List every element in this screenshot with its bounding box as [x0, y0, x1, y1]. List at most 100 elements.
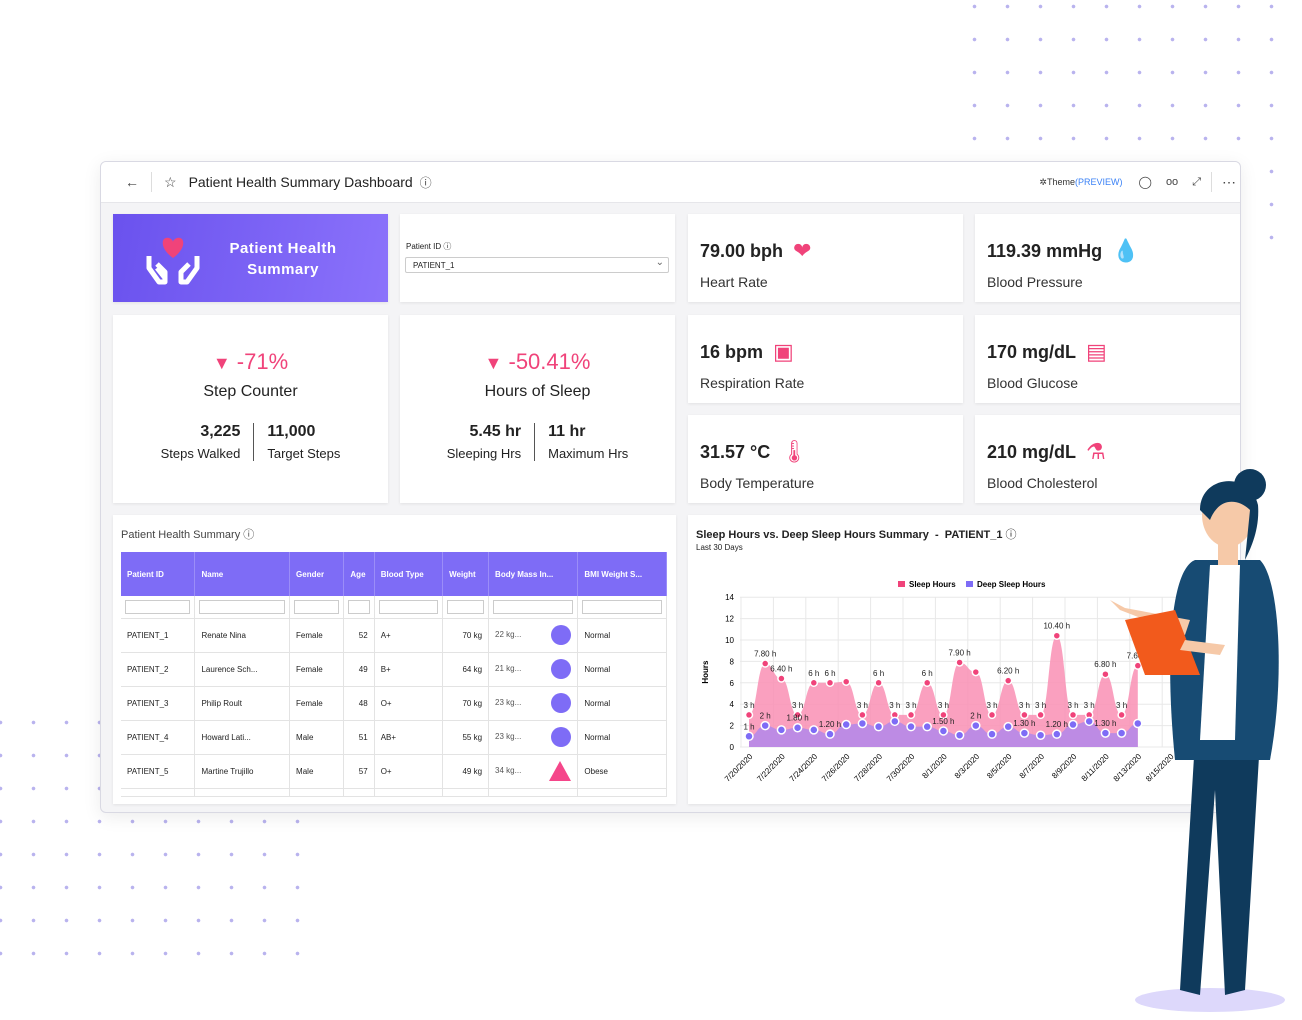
- back-arrow-icon[interactable]: ←: [125, 174, 139, 190]
- column-filter[interactable]: [121, 596, 196, 619]
- star-icon[interactable]: ☆: [164, 174, 177, 191]
- y-tick-label: 10: [725, 636, 734, 645]
- column-filter[interactable]: [374, 596, 444, 619]
- table-cell: Female: [289, 652, 345, 687]
- deep-sleep-point[interactable]: [1052, 729, 1062, 739]
- info-icon[interactable]: ⓘ: [243, 529, 254, 541]
- deep-sleep-point[interactable]: [890, 716, 900, 727]
- legend-item[interactable]: Sleep Hours: [909, 580, 956, 589]
- column-filter[interactable]: [488, 596, 579, 619]
- chevron-down-icon: ⌄: [655, 257, 664, 268]
- deep-sleep-point[interactable]: [1035, 730, 1046, 740]
- sleep-point[interactable]: [1068, 710, 1078, 720]
- x-tick-label: 7/20/2020: [723, 752, 755, 784]
- sleep-point[interactable]: [1052, 631, 1062, 640]
- filter-input[interactable]: [199, 599, 286, 614]
- more-menu-icon[interactable]: ⋯: [1222, 174, 1236, 191]
- deep-sleep-point[interactable]: [922, 721, 932, 732]
- glasses-icon[interactable]: oo: [1166, 176, 1178, 188]
- table-row[interactable]: PATIENT_5 Martine Trujillo Male 57 O+ 49 kg 34…: [121, 754, 667, 789]
- deep-sleep-point[interactable]: [841, 719, 851, 730]
- cell-text: 48: [358, 698, 368, 708]
- column-header[interactable]: Weight: [442, 552, 490, 596]
- table-cell: 23 kg...: [488, 686, 579, 721]
- sleep-point[interactable]: [825, 678, 835, 688]
- deep-sleep-point[interactable]: [760, 720, 770, 731]
- deep-sleep-point[interactable]: [971, 720, 981, 731]
- deep-sleep-point[interactable]: [873, 721, 884, 732]
- sleep-point[interactable]: [744, 710, 754, 720]
- deep-sleep-point[interactable]: [938, 726, 949, 736]
- deep-sleep-point[interactable]: [809, 725, 819, 735]
- column-header[interactable]: Name: [194, 552, 291, 596]
- info-icon[interactable]: ⓘ: [420, 174, 432, 191]
- info-icon[interactable]: ⓘ: [443, 242, 451, 251]
- data-label: 2 h: [760, 712, 771, 721]
- column-header[interactable]: Gender: [289, 552, 345, 596]
- sleep-point[interactable]: [809, 678, 819, 688]
- sleep-point[interactable]: [1036, 710, 1045, 720]
- column-filter[interactable]: [194, 596, 291, 619]
- deep-sleep-point[interactable]: [987, 729, 997, 739]
- deep-sleep-point[interactable]: [1019, 728, 1030, 738]
- theme-label: Theme: [1046, 176, 1075, 187]
- deep-sleep-point[interactable]: [1084, 716, 1094, 727]
- bmi-circle-marker: [551, 625, 572, 645]
- theme-button[interactable]: ✲Theme(PREVIEW): [1039, 177, 1122, 188]
- table-row[interactable]: PATIENT_2 Laurence Sch... Female 49 B+ 64 kg 2…: [121, 652, 667, 687]
- patient-id-select[interactable]: PATIENT_1 ⌄: [405, 257, 669, 273]
- sleep-point[interactable]: [922, 678, 932, 688]
- deep-sleep-point[interactable]: [776, 725, 787, 735]
- deep-sleep-point[interactable]: [857, 718, 868, 729]
- table-row[interactable]: PATIENT_1 Renate Nina Female 52 A+ 70 kg 22 kg…: [121, 618, 667, 653]
- deep-sleep-point[interactable]: [744, 731, 754, 742]
- sleep-point[interactable]: [777, 674, 786, 683]
- sleep-point[interactable]: [1003, 676, 1013, 685]
- deep-sleep-point[interactable]: [1068, 719, 1078, 730]
- sleep-point[interactable]: [971, 667, 981, 677]
- deep-sleep-point[interactable]: [792, 722, 803, 733]
- deep-sleep-point[interactable]: [1003, 721, 1013, 732]
- filter-input[interactable]: [294, 599, 340, 614]
- deep-sleep-point[interactable]: [906, 721, 916, 732]
- filter-input[interactable]: [125, 599, 191, 614]
- column-filter[interactable]: [442, 596, 490, 619]
- deep-sleep-point[interactable]: [954, 730, 965, 740]
- data-label: 3 h: [1084, 701, 1095, 710]
- column-filter[interactable]: [577, 596, 667, 619]
- dashboard-window: ← ☆ Patient Health Summary Dashboard ⓘ ✲…: [100, 161, 1241, 813]
- column-header[interactable]: Patient ID: [121, 552, 196, 596]
- filter-input[interactable]: [348, 599, 370, 614]
- legend-item[interactable]: Deep Sleep Hours: [977, 580, 1046, 589]
- sleep-point[interactable]: [955, 658, 964, 667]
- column-filter[interactable]: [343, 596, 375, 619]
- filter-input[interactable]: [378, 599, 439, 614]
- table-cell: 21 kg...: [488, 652, 579, 687]
- sleep-point[interactable]: [906, 710, 916, 720]
- column-header[interactable]: BMI Weight S...: [577, 552, 667, 596]
- sleep-point[interactable]: [874, 678, 883, 688]
- filter-input[interactable]: [493, 599, 574, 614]
- table-row[interactable]: PATIENT_4 Howard Lati... Male 51 AB+ 55 kg 23 …: [121, 720, 667, 755]
- sleep-point[interactable]: [1020, 710, 1029, 720]
- doctor-illustration: [1110, 469, 1285, 1012]
- sleep-point[interactable]: [858, 710, 867, 720]
- table-row[interactable]: PATIENT_3 Philip Roult Female 48 O+ 70 kg 23 k…: [121, 686, 667, 721]
- filter-input[interactable]: [447, 599, 485, 614]
- cell-text: PATIENT_4: [127, 732, 169, 742]
- sleep-point[interactable]: [841, 677, 851, 686]
- data-label: 3 h: [938, 701, 949, 710]
- x-tick-label: 7/28/2020: [852, 752, 884, 784]
- sleep-point[interactable]: [760, 659, 770, 668]
- deep-sleep-point[interactable]: [825, 729, 835, 739]
- expand-icon[interactable]: ⤢: [1192, 176, 1201, 189]
- column-header[interactable]: Age: [343, 552, 375, 596]
- column-header[interactable]: Blood Type: [374, 552, 444, 596]
- sleep-point[interactable]: [987, 710, 997, 720]
- column-header[interactable]: Body Mass In...: [488, 552, 579, 596]
- column-filter[interactable]: [289, 596, 345, 619]
- filter-input[interactable]: [582, 599, 662, 614]
- vital-value: 170 mg/dL: [987, 341, 1077, 362]
- comment-icon[interactable]: ◯: [1139, 175, 1152, 189]
- cell-text: 49 kg: [462, 766, 483, 776]
